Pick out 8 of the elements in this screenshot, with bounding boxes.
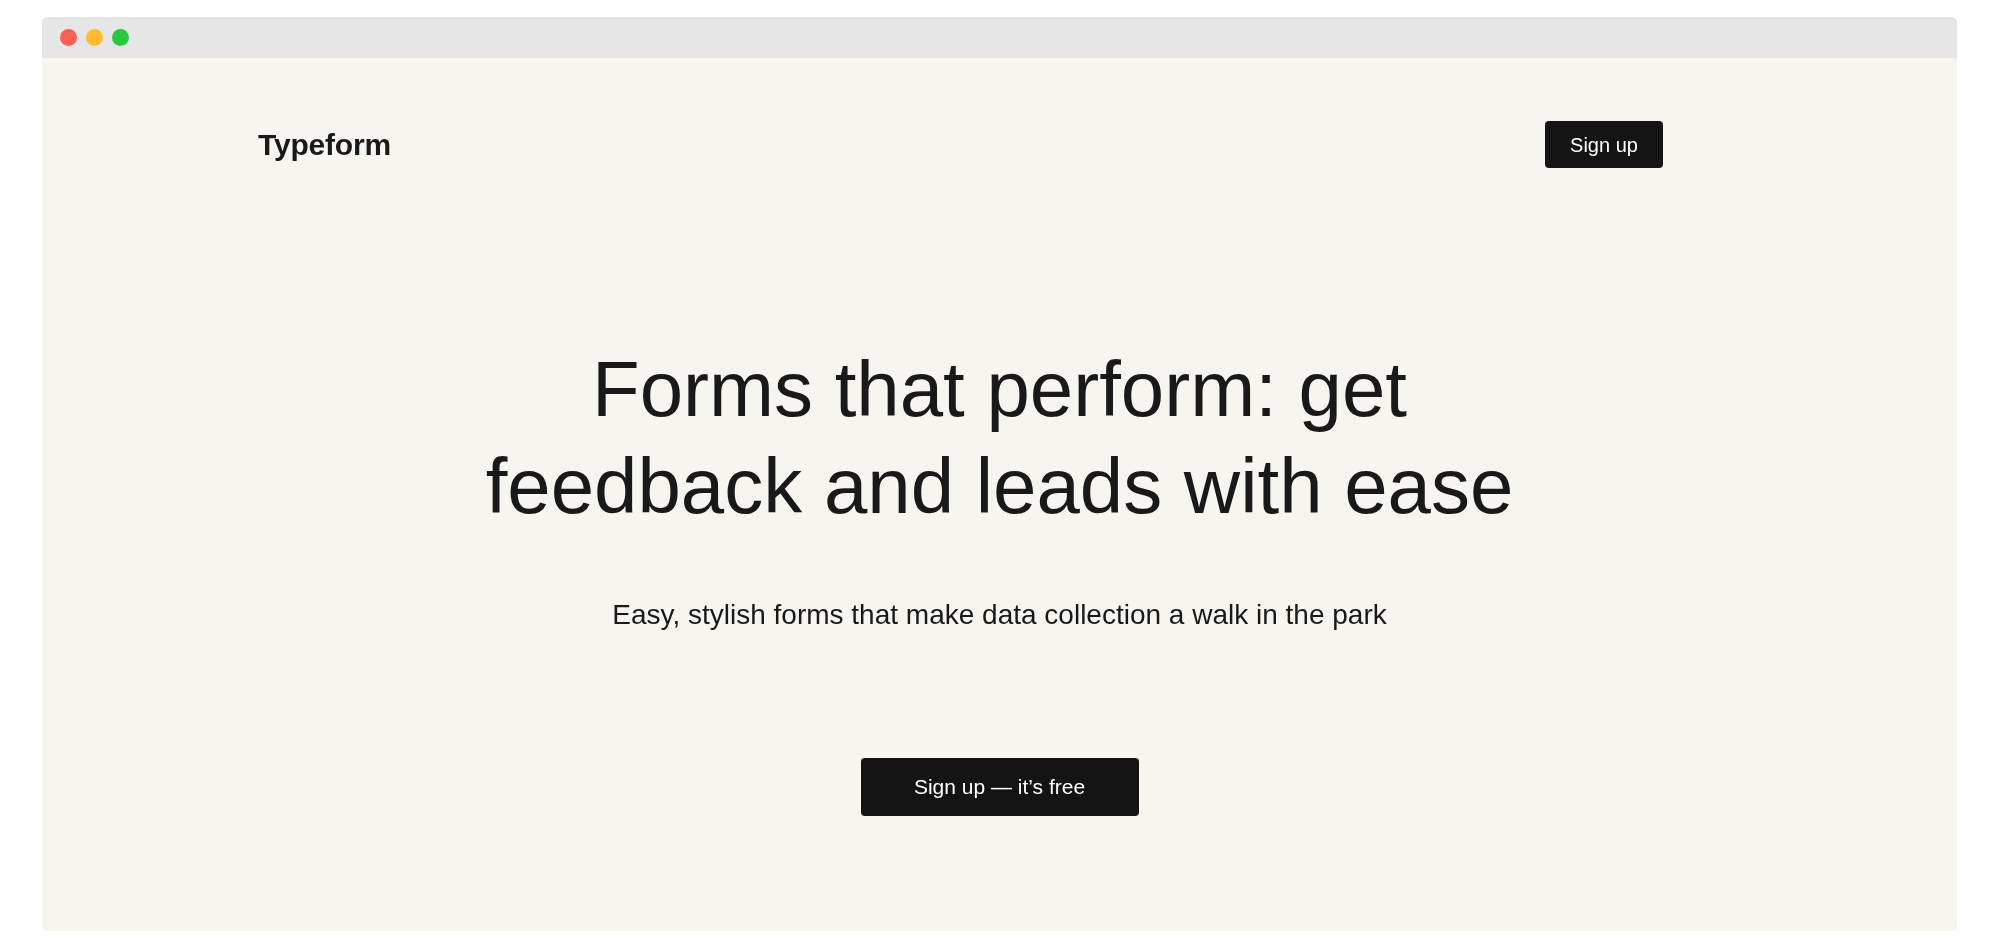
logo-text[interactable]: Typeform [258,129,391,160]
window-control-dot-icon[interactable] [86,29,103,46]
window-control-dot-icon[interactable] [60,29,77,46]
sign-up-button[interactable]: Sign up [1545,121,1663,168]
window-control-dot-icon[interactable] [112,29,129,46]
hero-headline: Forms that perform: get feedback and leads with ease [484,344,1515,532]
free-sign-up-button[interactable]: Sign up — it’s free [860,758,1139,816]
hero-subtitle: Easy, stylish forms that make data collection a walk in the park [611,598,1388,632]
